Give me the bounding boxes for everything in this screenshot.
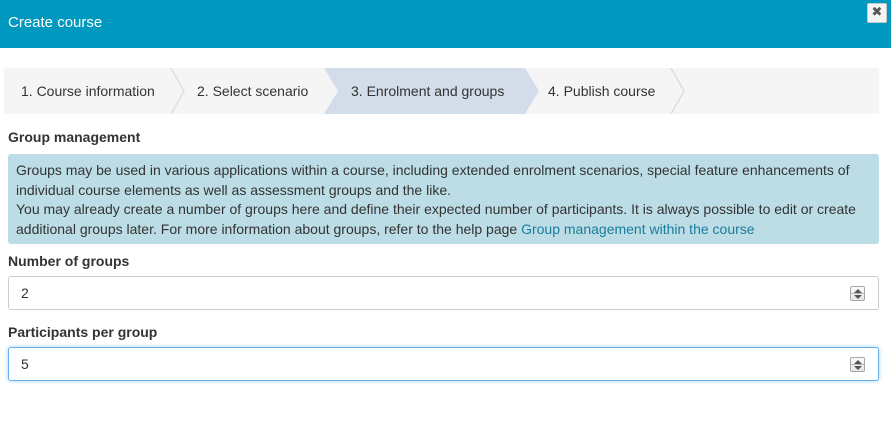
- spinner-down-icon[interactable]: [854, 295, 862, 299]
- wizard-step-label: 3. Enrolment and groups: [351, 83, 505, 99]
- number-of-groups-spinner[interactable]: [850, 286, 865, 301]
- participants-per-group-spinner[interactable]: [850, 357, 865, 372]
- wizard-step-publish-course[interactable]: 4. Publish course: [544, 68, 694, 114]
- wizard-step-course-information[interactable]: 1. Course information: [4, 68, 188, 114]
- dialog-header: Create course: [0, 0, 891, 48]
- wizard-step-label: 1. Course information: [21, 83, 155, 99]
- wizard-step-enrolment-and-groups[interactable]: 3. Enrolment and groups: [324, 68, 544, 114]
- wizard-step-select-scenario[interactable]: 2. Select scenario: [188, 68, 324, 114]
- dialog-title: Create course: [8, 14, 103, 31]
- number-of-groups-field: [8, 276, 879, 310]
- wizard-step-label: 4. Publish course: [548, 83, 656, 99]
- help-link-group-management[interactable]: Group management within the course: [521, 221, 754, 237]
- spinner-down-icon[interactable]: [854, 366, 862, 370]
- participants-per-group-field: [8, 347, 879, 381]
- wizard-step-label: 2. Select scenario: [197, 83, 309, 99]
- spinner-divider: [851, 364, 864, 365]
- participants-per-group-label: Participants per group: [8, 324, 158, 340]
- step-separator-chevron: [170, 68, 185, 114]
- group-info-box: Groups may be used in various applicatio…: [8, 154, 879, 244]
- info-text-2: You may already create a number of group…: [16, 200, 871, 239]
- number-of-groups-input[interactable]: [21, 277, 841, 309]
- number-of-groups-label: Number of groups: [8, 253, 130, 269]
- info-text-1: Groups may be used in various applicatio…: [16, 162, 850, 198]
- group-management-heading: Group management: [8, 129, 141, 145]
- participants-per-group-input[interactable]: [21, 348, 841, 380]
- close-icon: ✖: [871, 5, 883, 20]
- step-separator-chevron: [670, 68, 685, 114]
- spinner-divider: [851, 293, 864, 294]
- close-button[interactable]: ✖: [867, 3, 887, 23]
- wizard-steps: 1. Course information 2. Select scenario…: [4, 68, 879, 114]
